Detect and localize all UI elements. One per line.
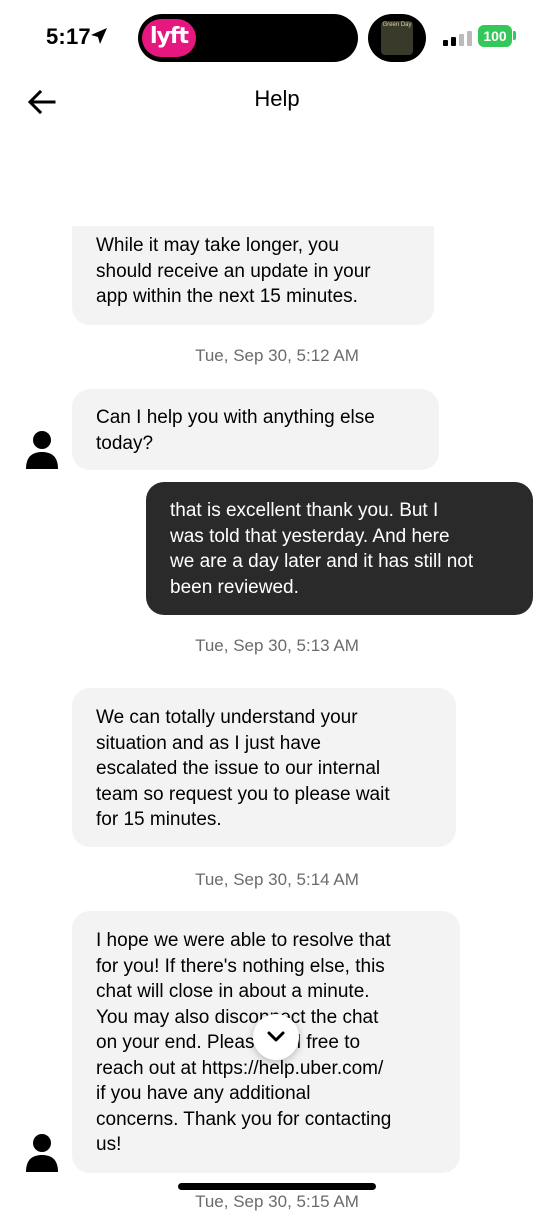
battery-tip (513, 31, 516, 40)
message-text: that is excellent thank you. But I was t… (170, 500, 474, 598)
agent-message: While it may take longer, you should rec… (72, 226, 434, 325)
location-arrow-icon (91, 28, 107, 44)
now-playing-pill[interactable]: Green Day (368, 14, 426, 62)
agent-message: Can I help you with anything else today? (72, 389, 439, 470)
timestamp: Tue, Sep 30, 5:13 AM (195, 636, 359, 655)
agent-message: We can totally understand your situation… (72, 688, 456, 847)
user-message: that is excellent thank you. But I was t… (146, 482, 533, 615)
message-text: While it may take longer, you should rec… (96, 235, 371, 307)
cellular-signal-icon (443, 30, 473, 46)
timestamp: Tue, Sep 30, 5:14 AM (195, 870, 359, 889)
message-text: We can totally understand your situation… (96, 707, 390, 830)
agent-avatar-icon (26, 431, 58, 469)
lyft-app-badge[interactable]: lyft (142, 19, 196, 57)
agent-avatar-icon (26, 1134, 58, 1172)
chevron-down-icon (267, 1031, 285, 1042)
timestamp: Tue, Sep 30, 5:12 AM (195, 346, 359, 365)
status-time: 5:17 (46, 24, 91, 49)
battery-icon: 100 (478, 25, 512, 47)
status-bar: 5:17 lyft Green Day 100 (0, 0, 554, 78)
nav-bar: Help (0, 80, 554, 124)
page-title: Help (254, 86, 300, 111)
timestamp: Tue, Sep 30, 5:15 AM (195, 1192, 359, 1211)
album-text: Green Day (382, 22, 412, 28)
scroll-to-bottom-button[interactable] (253, 1014, 299, 1060)
dynamic-island[interactable]: lyft (138, 14, 358, 62)
home-indicator[interactable] (178, 1183, 376, 1190)
message-text: Can I help you with anything else today? (96, 407, 375, 454)
album-art-icon: Green Day (381, 21, 413, 55)
